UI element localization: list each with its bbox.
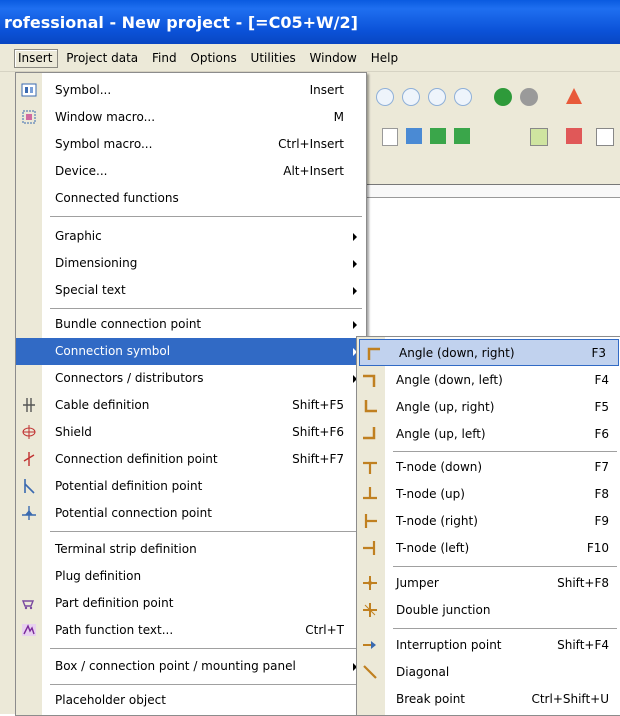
double-junction-icon — [363, 603, 377, 617]
menu-item-box-connection-point-mounting-panel[interactable]: Box / connection point / mounting panel — [16, 653, 366, 680]
menu-item-terminal-strip-definition[interactable]: Terminal strip definition — [16, 536, 366, 563]
t-node-down-icon — [363, 461, 377, 474]
menu-item-connectors-distributors[interactable]: Connectors / distributors — [16, 365, 366, 392]
menu-separator — [50, 648, 362, 649]
zoom-in-icon[interactable] — [402, 88, 420, 106]
submenu-arrow-icon — [353, 287, 357, 295]
submenu-item-t-node-down[interactable]: T-node (down) F7 — [357, 454, 620, 481]
submenu-item-angle-down-right[interactable]: Angle (down, right) F3 — [359, 339, 619, 366]
menu-item-part-definition-point[interactable]: Part definition point — [16, 590, 366, 617]
submenu-item-t-node-left[interactable]: T-node (left) F10 — [357, 535, 620, 562]
symbol-icon — [21, 83, 37, 97]
menu-item-symbol-macro[interactable]: Symbol macro... Ctrl+Insert — [16, 131, 366, 158]
angle-up-right-icon — [364, 400, 377, 413]
submenu-item-angle-down-left[interactable]: Angle (down, left) F4 — [357, 367, 620, 394]
menu-item-connection-symbol[interactable]: Connection symbol — [16, 338, 366, 365]
menu-options[interactable]: Options — [186, 49, 242, 68]
diagonal-icon — [363, 665, 377, 679]
submenu-separator — [393, 451, 617, 452]
potential-definition-icon — [24, 479, 35, 494]
submenu-arrow-icon — [353, 321, 357, 329]
page-next-icon[interactable] — [454, 128, 470, 144]
submenu-separator — [393, 566, 617, 567]
cable-icon — [23, 398, 35, 412]
menu-item-connected-functions[interactable]: Connected functions — [16, 185, 366, 212]
submenu-separator — [393, 628, 617, 629]
zoom-100-icon[interactable] — [454, 88, 472, 106]
page-icon[interactable] — [382, 128, 398, 146]
menu-item-graphic[interactable]: Graphic — [16, 223, 366, 250]
menu-help[interactable]: Help — [367, 49, 404, 68]
path-function-icon — [22, 624, 36, 636]
toolbar-row-2 — [370, 124, 620, 150]
table-icon[interactable] — [530, 128, 548, 146]
potential-connection-icon — [22, 506, 36, 520]
submenu-item-break-point[interactable]: Break point Ctrl+Shift+U — [357, 686, 620, 713]
menu-separator — [50, 531, 362, 532]
window-title: rofessional - New project - [=C05+W/2] — [0, 0, 620, 44]
menu-item-potential-connection-point[interactable]: Potential connection point — [16, 500, 366, 527]
interruption-point-icon — [363, 641, 376, 649]
menu-utilities[interactable]: Utilities — [247, 49, 302, 68]
forward-icon[interactable] — [520, 88, 538, 106]
menu-item-connection-definition-point[interactable]: Connection definition point Shift+F7 — [16, 446, 366, 473]
menu-window[interactable]: Window — [306, 49, 363, 68]
angle-down-left-icon — [363, 374, 376, 387]
menu-item-symbol[interactable]: Symbol... Insert — [16, 77, 366, 104]
submenu-item-interruption-point[interactable]: Interruption point Shift+F4 — [357, 632, 620, 659]
submenu-item-angle-up-right[interactable]: Angle (up, right) F5 — [357, 394, 620, 421]
window-macro-icon — [22, 110, 36, 124]
part-definition-icon — [21, 600, 35, 610]
insert-menu: Symbol... Insert Window macro... M Symbo… — [15, 72, 367, 716]
connection-symbol-submenu: Angle (down, right) F3 Angle (down, left… — [356, 336, 620, 716]
jumper-icon — [363, 576, 377, 590]
submenu-item-t-node-up[interactable]: T-node (up) F8 — [357, 481, 620, 508]
angle-down-right-icon — [367, 347, 380, 360]
toolbar-row-1 — [370, 84, 620, 110]
page-prev-icon[interactable] — [430, 128, 446, 144]
menu-item-potential-definition-point[interactable]: Potential definition point — [16, 473, 366, 500]
angle-up-left-icon — [363, 427, 376, 440]
grid-icon[interactable] — [566, 88, 582, 104]
menu-insert[interactable]: Insert — [14, 49, 59, 68]
zoom-circle-icon[interactable] — [376, 88, 394, 106]
t-node-left-icon — [363, 541, 376, 555]
submenu-arrow-icon — [353, 233, 357, 241]
menu-item-plug-definition[interactable]: Plug definition — [16, 563, 366, 590]
page-left-icon[interactable] — [406, 128, 422, 144]
menu-item-cable-definition[interactable]: Cable definition Shift+F5 — [16, 392, 366, 419]
menu-project-data[interactable]: Project data — [62, 49, 144, 68]
menu-item-shield[interactable]: Shield Shift+F6 — [16, 419, 366, 446]
menubar: Insert Project data Find Options Utiliti… — [0, 44, 620, 72]
connection-definition-icon — [23, 452, 35, 466]
submenu-item-angle-up-left[interactable]: Angle (up, left) F6 — [357, 421, 620, 448]
submenu-item-diagonal[interactable]: Diagonal — [357, 659, 620, 686]
menu-item-special-text[interactable]: Special text — [16, 277, 366, 304]
menu-item-placeholder-object[interactable]: Placeholder object — [16, 687, 366, 714]
menu-item-path-function-text[interactable]: Path function text... Ctrl+T — [16, 617, 366, 644]
back-icon[interactable] — [494, 88, 512, 106]
menu-item-window-macro[interactable]: Window macro... M — [16, 104, 366, 131]
menu-separator — [50, 308, 362, 309]
submenu-item-jumper[interactable]: Jumper Shift+F8 — [357, 570, 620, 597]
frame-icon[interactable] — [596, 128, 614, 146]
submenu-arrow-icon — [353, 260, 357, 268]
menu-item-dimensioning[interactable]: Dimensioning — [16, 250, 366, 277]
submenu-item-t-node-right[interactable]: T-node (right) F9 — [357, 508, 620, 535]
t-node-up-icon — [363, 487, 377, 500]
menu-separator — [50, 216, 362, 217]
zoom-out-icon[interactable] — [428, 88, 446, 106]
menu-separator — [50, 684, 362, 685]
menu-item-bundle-connection-point[interactable]: Bundle connection point — [16, 311, 366, 338]
menu-item-device[interactable]: Device... Alt+Insert — [16, 158, 366, 185]
submenu-item-double-junction[interactable]: Double junction — [357, 597, 620, 624]
menu-find[interactable]: Find — [148, 49, 183, 68]
shield-icon — [22, 425, 36, 439]
report-icon[interactable] — [566, 128, 582, 144]
ruler — [360, 184, 620, 198]
t-node-right-icon — [364, 514, 377, 528]
